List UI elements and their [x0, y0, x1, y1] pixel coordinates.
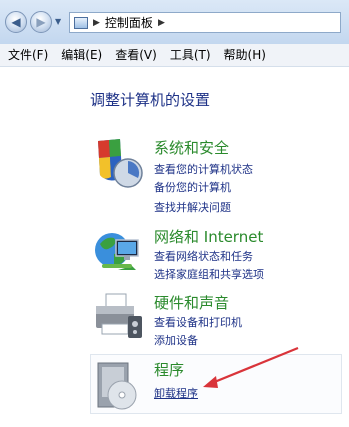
category-title[interactable]: 程序	[154, 359, 184, 380]
control-panel-icon	[74, 16, 88, 29]
back-button[interactable]: ◀	[5, 11, 27, 33]
shield-icon	[98, 139, 143, 188]
printer-icon	[96, 293, 142, 338]
menu-edit[interactable]: 编辑(E)	[56, 44, 107, 66]
breadcrumb-separator-icon[interactable]: ▶	[93, 18, 100, 28]
category-title[interactable]: 系统和安全	[154, 137, 229, 158]
globe-network-icon	[95, 233, 139, 270]
menu-bar: 文件(F) 编辑(E) 查看(V) 工具(T) 帮助(H)	[0, 44, 349, 67]
link-homegroup[interactable]: 选择家庭组和共享选项	[154, 266, 264, 282]
menu-file[interactable]: 文件(F)	[3, 44, 53, 66]
page-title: 调整计算机的设置	[90, 91, 211, 109]
link-troubleshoot[interactable]: 查找并解决问题	[154, 199, 231, 215]
arrow-right-icon: ▶	[36, 15, 46, 29]
link-network-status[interactable]: 查看网络状态和任务	[154, 248, 253, 264]
arrow-left-icon: ◀	[11, 15, 21, 29]
programs-disc-box-icon	[97, 362, 137, 410]
menu-view[interactable]: 查看(V)	[110, 44, 162, 66]
link-add-device[interactable]: 添加设备	[154, 332, 198, 348]
category-title[interactable]: 硬件和声音	[154, 292, 229, 313]
title-bar: ◀ ▶ ▼ ▶ 控制面板 ▶	[0, 0, 349, 44]
breadcrumb-separator-icon[interactable]: ▶	[158, 18, 165, 28]
category-title[interactable]: 网络和 Internet	[154, 226, 263, 247]
forward-button[interactable]: ▶	[30, 11, 52, 33]
breadcrumb-control-panel[interactable]: 控制面板	[105, 14, 153, 31]
link-backup[interactable]: 备份您的计算机	[154, 179, 231, 195]
link-devices-printers[interactable]: 查看设备和打印机	[154, 314, 242, 330]
address-bar[interactable]: ▶ 控制面板 ▶	[69, 12, 341, 33]
menu-help[interactable]: 帮助(H)	[219, 44, 271, 66]
link-uninstall-program[interactable]: 卸载程序	[154, 385, 198, 401]
history-dropdown-icon[interactable]: ▼	[55, 17, 61, 26]
menu-tools[interactable]: 工具(T)	[165, 44, 216, 66]
link-view-status[interactable]: 查看您的计算机状态	[154, 161, 253, 177]
